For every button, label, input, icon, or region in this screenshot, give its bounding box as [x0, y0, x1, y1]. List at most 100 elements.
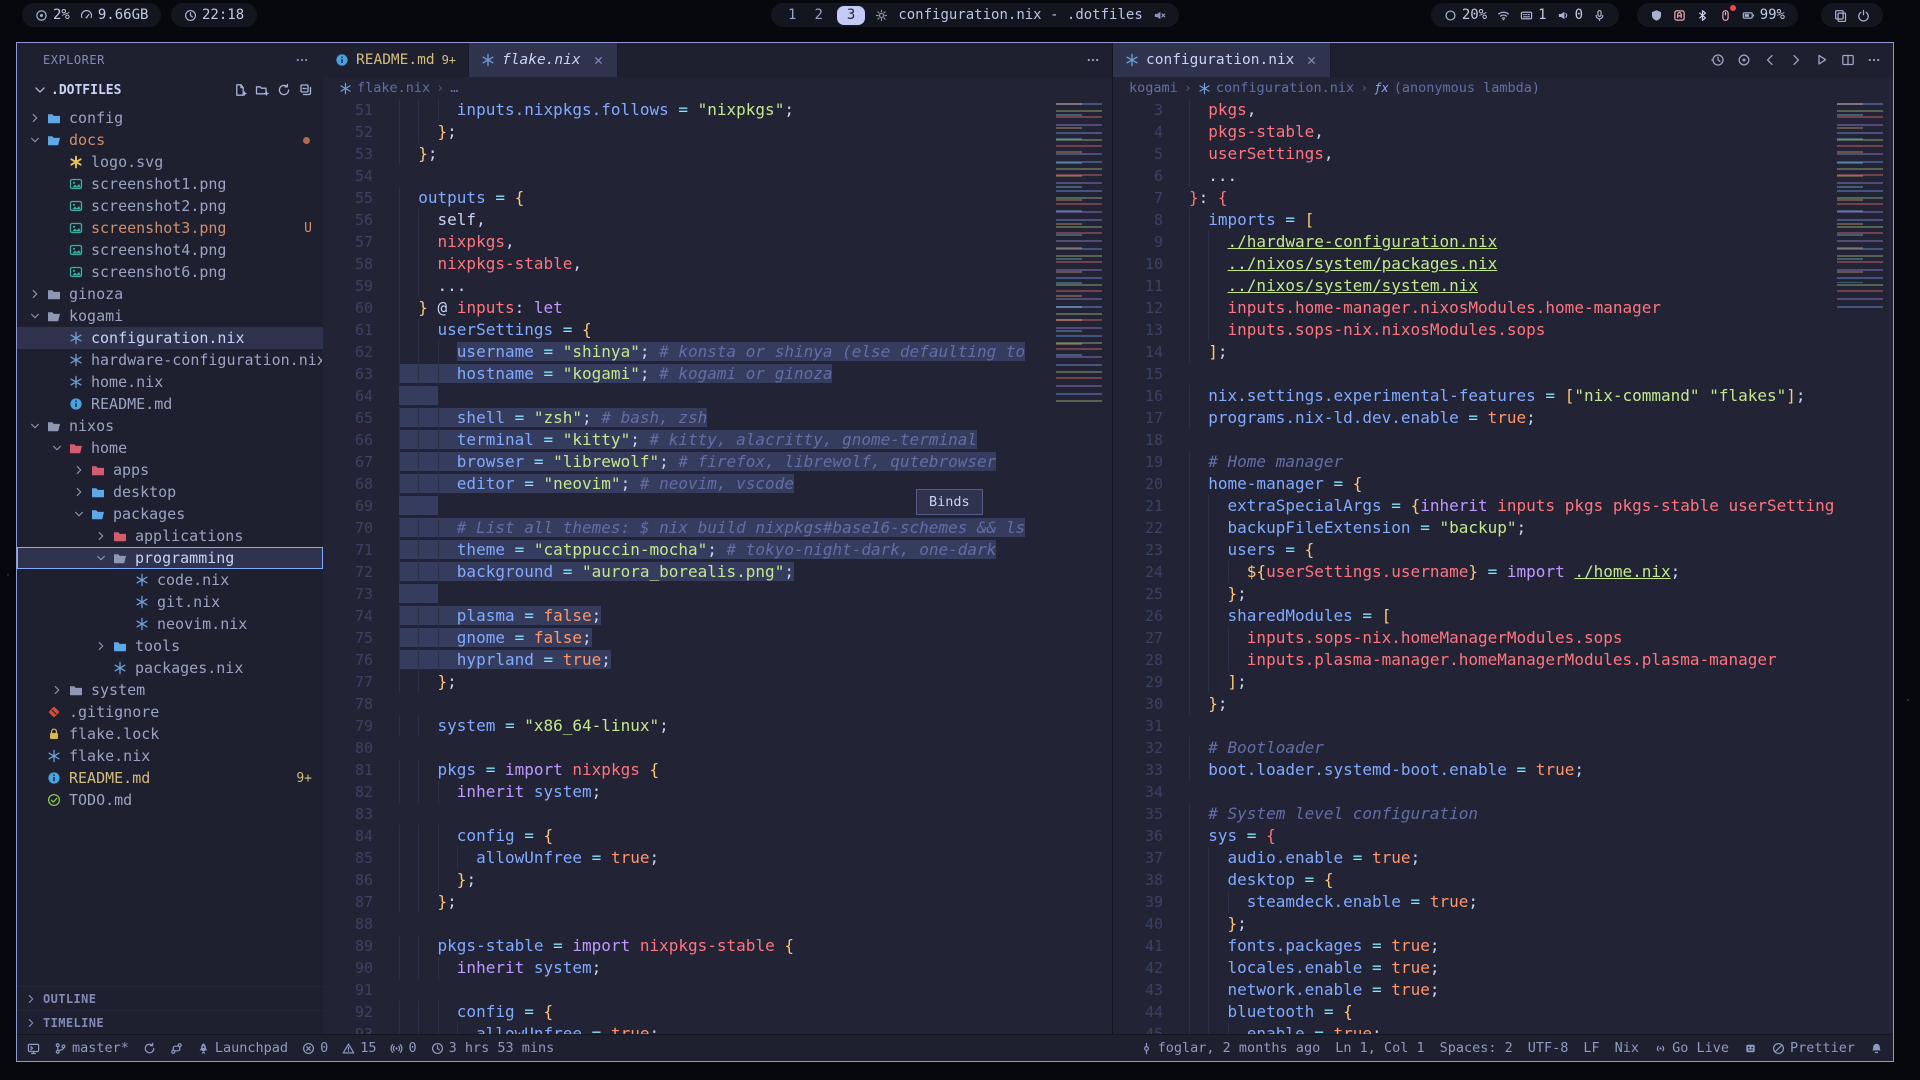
code-line-3[interactable]: 3 pkgs,	[1113, 99, 1833, 121]
status-notifications[interactable]	[1870, 1042, 1883, 1055]
tree-item-flake.lock[interactable]: flake.lock	[17, 723, 323, 745]
power-item[interactable]	[1857, 9, 1870, 22]
tree-item-README.md[interactable]: README.md9+	[17, 767, 323, 789]
code-line-90[interactable]: 90 inherit system;	[323, 957, 1052, 979]
code-line-31[interactable]: 31	[1113, 715, 1833, 737]
minimap-left[interactable]	[1052, 99, 1112, 1035]
code-line-86[interactable]: 86 };	[323, 869, 1052, 891]
code-editor-flake-nix[interactable]: 51 inputs.nixpkgs.follows = "nixpkgs";52…	[323, 99, 1052, 1035]
code-line-43[interactable]: 43 network.enable = true;	[1113, 979, 1833, 1001]
status-warnings[interactable]: 15	[342, 1040, 376, 1056]
code-line-83[interactable]: 83	[323, 803, 1052, 825]
code-line-89[interactable]: 89 pkgs-stable = import nixpkgs-stable {	[323, 935, 1052, 957]
run-icon[interactable]	[1815, 53, 1829, 67]
code-line-20[interactable]: 20 home-manager = {	[1113, 473, 1833, 495]
code-line-72[interactable]: 72 background = "aurora_borealis.png";	[323, 561, 1052, 583]
tree-item-README.md[interactable]: README.md	[17, 393, 323, 415]
code-line-34[interactable]: 34	[1113, 781, 1833, 803]
breadcrumb-item[interactable]: flake.nix	[339, 80, 430, 96]
code-line-26[interactable]: 26 sharedModules = [	[1113, 605, 1833, 627]
code-line-52[interactable]: 52 };	[323, 121, 1052, 143]
code-line-19[interactable]: 19 # Home manager	[1113, 451, 1833, 473]
code-line-32[interactable]: 32 # Bootloader	[1113, 737, 1833, 759]
code-line-70[interactable]: 70 # List all themes: $ nix build nixpkg…	[323, 517, 1052, 539]
code-line-4[interactable]: 4 pkgs-stable,	[1113, 121, 1833, 143]
status-prettier[interactable]: Prettier	[1772, 1040, 1855, 1056]
collapse-all-icon[interactable]	[299, 83, 313, 97]
code-line-37[interactable]: 37 audio.enable = true;	[1113, 847, 1833, 869]
tree-item-hardware-configuration.nix[interactable]: hardware-configuration.nix	[17, 349, 323, 371]
shield-item[interactable]	[1650, 9, 1663, 22]
code-line-62[interactable]: 62 username = "shinya"; # konsta or shin…	[323, 341, 1052, 363]
tree-item-apps[interactable]: apps	[17, 459, 323, 481]
code-line-35[interactable]: 35 # System level configuration	[1113, 803, 1833, 825]
workspace-1[interactable]: 1	[784, 7, 800, 23]
wifi-item[interactable]	[1497, 9, 1510, 22]
code-line-40[interactable]: 40 };	[1113, 913, 1833, 935]
code-line-42[interactable]: 42 locales.enable = true;	[1113, 957, 1833, 979]
tree-item-configuration.nix[interactable]: configuration.nix	[17, 327, 323, 349]
tab-flake.nix[interactable]: flake.nix	[469, 43, 618, 77]
code-line-7[interactable]: 7}: {	[1113, 187, 1833, 209]
breadcrumb-item[interactable]: configuration.nix	[1198, 80, 1354, 96]
status-cursor-position[interactable]: Ln 1, Col 1	[1335, 1040, 1424, 1056]
status-git-graph[interactable]	[170, 1042, 183, 1055]
tree-item-screenshot2.png[interactable]: screenshot2.png	[17, 195, 323, 217]
tree-item-screenshot6.png[interactable]: screenshot6.png	[17, 261, 323, 283]
tree-item-flake.nix[interactable]: flake.nix	[17, 745, 323, 767]
tree-item-programming[interactable]: programming	[17, 547, 323, 569]
tree-item-screenshot1.png[interactable]: screenshot1.png	[17, 173, 323, 195]
tree-item-kogami[interactable]: kogami	[17, 305, 323, 327]
tree-item-packages[interactable]: packages	[17, 503, 323, 525]
keyboard-item[interactable]: 1	[1520, 7, 1546, 23]
status-language-mode[interactable]: Nix	[1615, 1040, 1639, 1056]
code-line-79[interactable]: 79 system = "x86_64-linux";	[323, 715, 1052, 737]
code-line-56[interactable]: 56 self,	[323, 209, 1052, 231]
arrow-right-icon[interactable]	[1789, 53, 1803, 67]
code-line-38[interactable]: 38 desktop = {	[1113, 869, 1833, 891]
status-encoding[interactable]: UTF-8	[1528, 1040, 1569, 1056]
status-indentation[interactable]: Spaces: 2	[1440, 1040, 1513, 1056]
code-line-36[interactable]: 36 sys = {	[1113, 825, 1833, 847]
code-line-91[interactable]: 91	[323, 979, 1052, 1001]
breadcrumb-item[interactable]: …	[450, 80, 458, 96]
tree-item-logo.svg[interactable]: logo.svg	[17, 151, 323, 173]
close-icon[interactable]	[1305, 54, 1318, 67]
code-line-14[interactable]: 14 ];	[1113, 341, 1833, 363]
breadcrumb-right[interactable]: kogami›configuration.nix›ƒx(anonymous la…	[1113, 77, 1893, 99]
microphone-item[interactable]	[1593, 9, 1606, 22]
tree-item-packages.nix[interactable]: packages.nix	[17, 657, 323, 679]
status-launchpad[interactable]: Launchpad	[197, 1040, 288, 1056]
tree-item-git.nix[interactable]: git.nix	[17, 591, 323, 613]
code-line-25[interactable]: 25 };	[1113, 583, 1833, 605]
code-line-84[interactable]: 84 config = {	[323, 825, 1052, 847]
status-git-branch[interactable]: master*	[54, 1040, 129, 1056]
tree-item-home[interactable]: home	[17, 437, 323, 459]
code-line-23[interactable]: 23 users = {	[1113, 539, 1833, 561]
code-line-82[interactable]: 82 inherit system;	[323, 781, 1052, 803]
code-line-65[interactable]: 65 shell = "zsh"; # bash, zsh	[323, 407, 1052, 429]
code-line-75[interactable]: 75 gnome = false;	[323, 627, 1052, 649]
tree-item-neovim.nix[interactable]: neovim.nix	[17, 613, 323, 635]
tree-item-config[interactable]: config	[17, 107, 323, 129]
code-line-22[interactable]: 22 backupFileExtension = "backup";	[1113, 517, 1833, 539]
breadcrumb-item[interactable]: kogami	[1129, 80, 1178, 96]
code-line-54[interactable]: 54	[323, 165, 1052, 187]
code-line-57[interactable]: 57 nixpkgs,	[323, 231, 1052, 253]
tree-item-applications[interactable]: applications	[17, 525, 323, 547]
tree-item-screenshot4.png[interactable]: screenshot4.png	[17, 239, 323, 261]
code-line-30[interactable]: 30 };	[1113, 693, 1833, 715]
code-line-33[interactable]: 33 boot.loader.systemd-boot.enable = tru…	[1113, 759, 1833, 781]
code-line-27[interactable]: 27 inputs.sops-nix.homeManagerModules.so…	[1113, 627, 1833, 649]
tree-item-code.nix[interactable]: code.nix	[17, 569, 323, 591]
code-line-67[interactable]: 67 browser = "librewolf"; # firefox, lib…	[323, 451, 1052, 473]
workspace-2[interactable]: 2	[810, 7, 826, 23]
tree-root-dotfiles[interactable]: .DOTFILES	[17, 77, 323, 103]
code-line-28[interactable]: 28 inputs.plasma-manager.homeManagerModu…	[1113, 649, 1833, 671]
code-line-76[interactable]: 76 hyprland = true;	[323, 649, 1052, 671]
status-remote-indicator[interactable]	[27, 1042, 40, 1055]
code-line-63[interactable]: 63 hostname = "kogami"; # kogami or gino…	[323, 363, 1052, 385]
code-line-92[interactable]: 92 config = {	[323, 1001, 1052, 1023]
code-line-10[interactable]: 10 ../nixos/system/packages.nix	[1113, 253, 1833, 275]
code-line-8[interactable]: 8 imports = [	[1113, 209, 1833, 231]
